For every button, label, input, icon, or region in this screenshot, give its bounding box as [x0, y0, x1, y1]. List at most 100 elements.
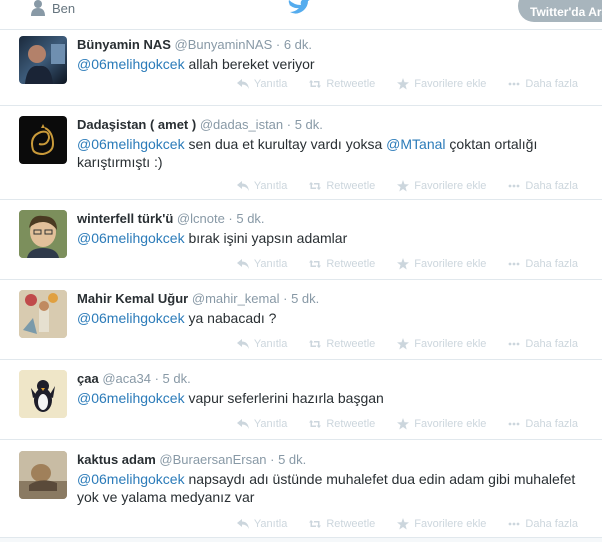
more-label: Daha fazla: [525, 338, 578, 350]
search-box[interactable]: Twitter'da Ara: [518, 0, 602, 22]
tweet-content: Dadaşistan ( amet ) @dadas_istan · 5 dk.…: [77, 116, 592, 171]
tweet-author-name[interactable]: çaa: [77, 371, 99, 386]
search-label: Twitter'da Ara: [530, 5, 602, 19]
mention-link[interactable]: @06melihgokcek: [77, 390, 185, 406]
more-icon: [509, 342, 520, 346]
star-icon: [397, 180, 410, 192]
more-icon: [509, 522, 520, 526]
reply-icon: [236, 419, 249, 429]
tweet-author-handle[interactable]: @BunyaminNAS: [175, 37, 273, 52]
tweet-content: kaktus adam @BuraersanErsan · 5 dk. @06m…: [77, 451, 592, 506]
more-button[interactable]: Daha fazla: [508, 258, 578, 270]
avatar[interactable]: [19, 370, 67, 418]
more-icon: [509, 184, 520, 188]
avatar[interactable]: [19, 290, 67, 338]
star-icon: [397, 338, 410, 350]
favorite-button[interactable]: Favorilere ekle: [397, 258, 486, 270]
me-link[interactable]: Ben: [30, 0, 75, 16]
reply-button[interactable]: Yanıtla: [236, 258, 287, 270]
mention-link[interactable]: @06melihgokcek: [77, 230, 185, 246]
tweet-author-handle[interactable]: @dadas_istan: [200, 117, 283, 132]
tweet-author-name[interactable]: Bünyamin NAS: [77, 37, 171, 52]
timeline: Bünyamin NAS @BunyaminNAS · 6 dk. @06mel…: [0, 30, 602, 538]
tweet-text-line: yok ve yalama medyanız var: [77, 489, 255, 505]
more-button[interactable]: Daha fazla: [508, 78, 578, 90]
mention-link[interactable]: @06melihgokcek: [77, 56, 185, 72]
star-icon: [397, 418, 410, 430]
reply-button[interactable]: Yanıtla: [236, 418, 288, 430]
tweet-author-name[interactable]: kaktus adam: [77, 452, 156, 467]
tweet-text-part: ya nabacadı ?: [184, 310, 277, 326]
retweet-label: Retweetle: [326, 180, 376, 192]
mention-link[interactable]: @06melihgokcek: [77, 471, 185, 487]
mention-link[interactable]: @MTanal: [386, 136, 445, 152]
tweet-text-part: bırak işini yapsın adamlar: [184, 230, 348, 246]
favorite-button[interactable]: Favorilere ekle: [397, 338, 486, 350]
reply-button[interactable]: Yanıtla: [236, 78, 288, 90]
favorite-button[interactable]: Favorilere ekle: [397, 518, 486, 530]
tweet[interactable]: çaa @aca34 · 5 dk. @06melihgokcek vapur …: [0, 360, 602, 440]
tweet[interactable]: Bünyamin NAS @BunyaminNAS · 6 dk. @06mel…: [0, 30, 602, 106]
tweet-author-name[interactable]: winterfell türk'ü: [77, 211, 173, 226]
twitter-bird-icon[interactable]: [288, 0, 310, 14]
favorite-label: Favorilere ekle: [414, 180, 487, 192]
reply-label: Yanıtla: [253, 338, 288, 350]
retweet-button[interactable]: Retweetle: [309, 78, 375, 90]
more-button[interactable]: Daha fazla: [508, 518, 578, 530]
user-icon: [31, 0, 45, 16]
reply-button[interactable]: Yanıtla: [236, 180, 287, 192]
favorite-label: Favorilere ekle: [414, 518, 487, 530]
tweet[interactable]: Mahir Kemal Uğur @mahir_kemal · 5 dk. @0…: [0, 280, 602, 360]
tweet-content: winterfell türk'ü @lcnote · 5 dk. @06mel…: [77, 210, 592, 247]
tweet-author-name[interactable]: Dadaşistan ( amet ): [77, 117, 196, 132]
more-icon: [509, 262, 520, 266]
tweet-content: Bünyamin NAS @BunyaminNAS · 6 dk. @06mel…: [77, 36, 592, 73]
me-label: Ben: [52, 0, 76, 16]
retweet-icon: [309, 420, 322, 428]
reply-label: Yanıtla: [253, 78, 288, 90]
tweet-text-part: vapur seferlerini hazırla başgan: [184, 390, 384, 406]
mention-link[interactable]: @06melihgokcek: [77, 310, 185, 326]
avatar[interactable]: [19, 210, 67, 258]
retweet-button[interactable]: Retweetle: [309, 418, 375, 430]
avatar[interactable]: [19, 451, 67, 499]
more-label: Daha fazla: [525, 180, 578, 192]
retweet-icon: [309, 520, 322, 528]
reply-label: Yanıtla: [253, 418, 288, 430]
tweet-text: @06melihgokcek sen dua et kurultay vardı…: [77, 135, 592, 171]
avatar[interactable]: [19, 116, 67, 164]
tweet-timestamp[interactable]: 6 dk.: [284, 37, 312, 52]
tweet-timestamp[interactable]: 5 dk.: [278, 452, 306, 467]
tweet[interactable]: kaktus adam @BuraersanErsan · 5 dk. @06m…: [0, 440, 602, 538]
tweet-author-handle[interactable]: @aca34: [102, 371, 151, 386]
retweet-button[interactable]: Retweetle: [309, 258, 375, 270]
tweet-timestamp[interactable]: 5 dk.: [236, 211, 264, 226]
tweet-timestamp[interactable]: 5 dk.: [291, 291, 319, 306]
avatar[interactable]: [19, 36, 67, 84]
tweet-author-name[interactable]: Mahir Kemal Uğur: [77, 291, 188, 306]
top-bar: Ben Twitter'da Ara: [0, 0, 602, 30]
tweet-author-handle[interactable]: @BuraersanErsan: [159, 452, 266, 467]
more-button[interactable]: Daha fazla: [508, 180, 578, 192]
reply-button[interactable]: Yanıtla: [236, 518, 287, 530]
favorite-button[interactable]: Favorilere ekle: [397, 78, 486, 90]
tweet-text-part: allah bereket veriyor: [184, 56, 315, 72]
reply-icon: [236, 519, 249, 529]
more-button[interactable]: Daha fazla: [508, 418, 578, 430]
reply-button[interactable]: Yanıtla: [236, 338, 288, 350]
favorite-button[interactable]: Favorilere ekle: [397, 180, 486, 192]
tweet-timestamp[interactable]: 5 dk.: [295, 117, 323, 132]
retweet-button[interactable]: Retweetle: [309, 180, 375, 192]
tweet-timestamp[interactable]: 5 dk.: [163, 371, 191, 386]
more-button[interactable]: Daha fazla: [508, 338, 578, 350]
mention-link[interactable]: @06melihgokcek: [77, 136, 185, 152]
favorite-button[interactable]: Favorilere ekle: [397, 418, 486, 430]
retweet-label: Retweetle: [326, 258, 376, 270]
tweet[interactable]: Dadaşistan ( amet ) @dadas_istan · 5 dk.…: [0, 106, 602, 200]
tweet[interactable]: winterfell türk'ü @lcnote · 5 dk. @06mel…: [0, 200, 602, 280]
tweet-content: çaa @aca34 · 5 dk. @06melihgokcek vapur …: [77, 370, 592, 407]
retweet-button[interactable]: Retweetle: [309, 338, 375, 350]
tweet-author-handle[interactable]: @mahir_kemal: [192, 291, 280, 306]
retweet-button[interactable]: Retweetle: [309, 518, 375, 530]
tweet-author-handle[interactable]: @lcnote: [177, 211, 225, 226]
